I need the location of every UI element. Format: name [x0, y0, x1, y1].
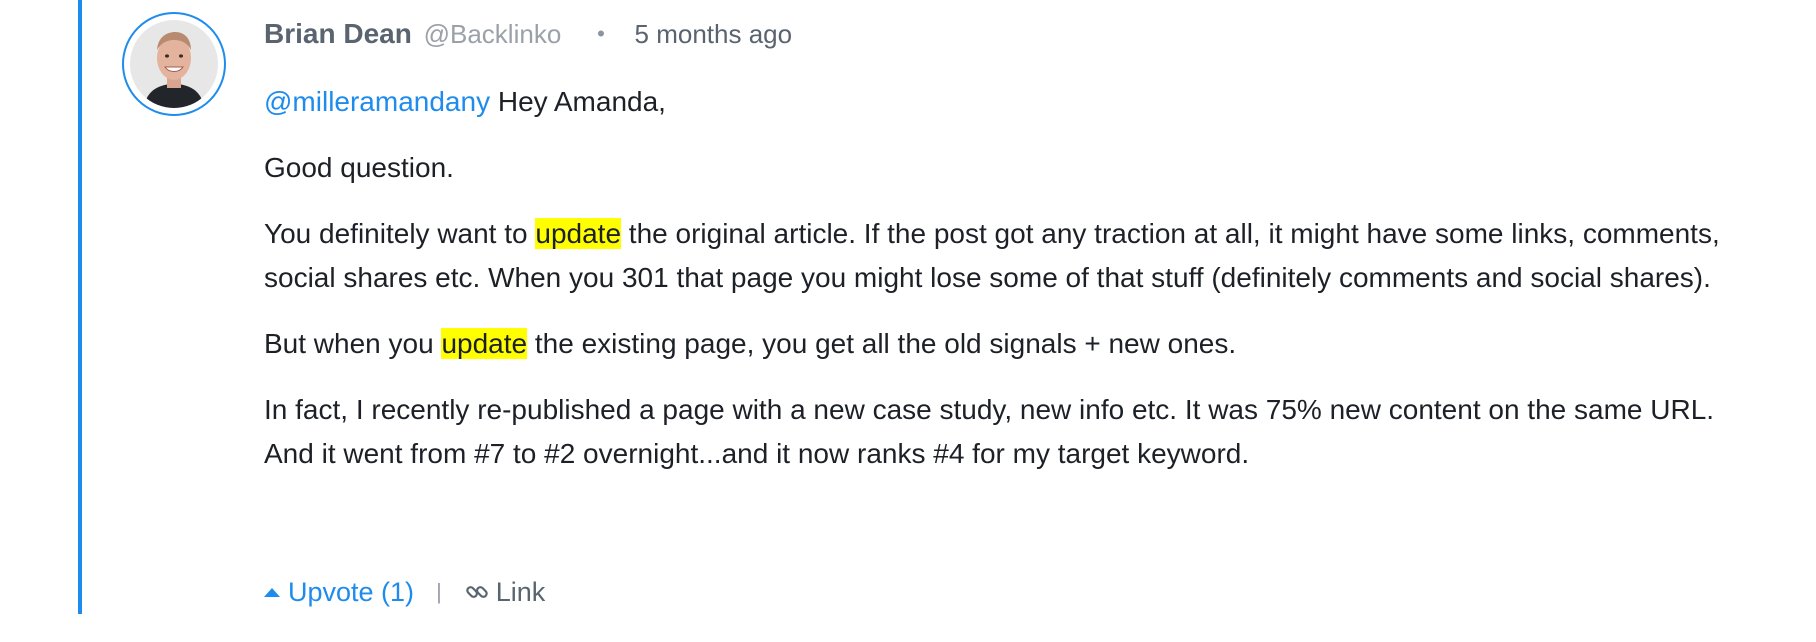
chain-link-icon: [466, 586, 488, 598]
avatar[interactable]: [122, 12, 226, 116]
search-highlight: update: [441, 328, 528, 359]
comment-meta: Brian Dean @Backlinko • 5 months ago: [264, 14, 792, 56]
comment-body: @milleramandany Hey Amanda, Good questio…: [264, 80, 1734, 498]
paragraph-5: In fact, I recently re-published a page …: [264, 388, 1734, 476]
comment-actions: Upvote (1) | Link: [264, 572, 545, 612]
author-name[interactable]: Brian Dean: [264, 18, 412, 49]
search-highlight: update: [535, 218, 622, 249]
meta-separator: •: [597, 21, 605, 46]
paragraph-3: You definitely want to update the origin…: [264, 212, 1734, 300]
paragraph-text: Good question.: [264, 152, 454, 183]
user-mention-link[interactable]: @milleramandany: [264, 86, 490, 117]
paragraph-text: In fact, I recently re-published a page …: [264, 394, 1715, 469]
paragraph-text-before: You definitely want to: [264, 218, 536, 249]
action-divider: |: [436, 579, 442, 604]
paragraph-text-before: But when you: [264, 328, 442, 359]
avatar-photo-icon: [130, 20, 218, 108]
permalink-button[interactable]: Link: [464, 572, 546, 612]
paragraph-4: But when you update the existing page, y…: [264, 322, 1734, 366]
author-handle[interactable]: @Backlinko: [424, 19, 562, 49]
greeting-text: Hey Amanda,: [490, 86, 666, 117]
paragraph-2: Good question.: [264, 146, 1734, 190]
thread-rail: [78, 0, 82, 614]
link-label: Link: [495, 577, 546, 607]
comment-timestamp[interactable]: 5 months ago: [635, 19, 793, 49]
caret-up-icon: [264, 587, 280, 597]
comment: Brian Dean @Backlinko • 5 months ago @mi…: [0, 0, 1816, 642]
paragraph-text-after: the existing page, you get all the old s…: [527, 328, 1237, 359]
upvote-label: Upvote (1): [288, 577, 415, 607]
paragraph-greeting: @milleramandany Hey Amanda,: [264, 80, 1734, 124]
upvote-button[interactable]: Upvote (1): [264, 572, 414, 612]
